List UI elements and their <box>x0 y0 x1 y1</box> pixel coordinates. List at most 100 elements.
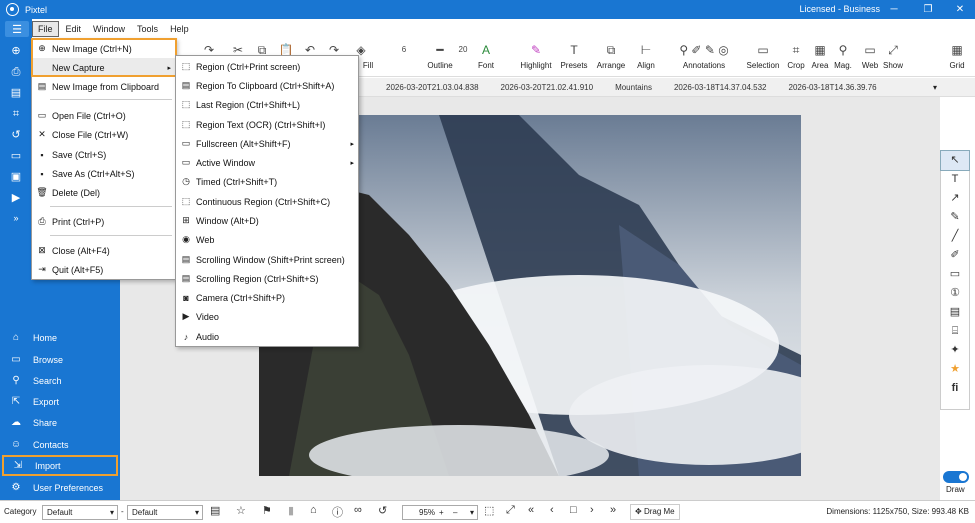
font-button[interactable]: A Font <box>472 39 500 77</box>
previous-image-icon[interactable]: ‹ <box>550 504 554 516</box>
tag-icon[interactable]: ⌂ <box>310 504 317 516</box>
category-select[interactable]: Default ▾ <box>42 505 118 520</box>
sidebar-item-browse[interactable]: ▭ Browse <box>0 349 120 370</box>
info-icon[interactable]: ⓘ <box>332 504 343 520</box>
sparkle-tool-icon[interactable]: ✦ <box>941 341 969 360</box>
notes-icon[interactable]: ▤ <box>210 504 220 517</box>
sidebar-item-import[interactable]: ⇲ Import <box>2 455 118 476</box>
tab-image-1[interactable]: 2026-03-20T21.03.04.838 <box>375 83 490 92</box>
capture-icon[interactable]: ⊕ <box>4 42 28 60</box>
next-image-icon[interactable]: › <box>590 504 594 516</box>
restore-icon[interactable]: ❐ <box>912 0 944 19</box>
highlight-button[interactable]: ✎ Highlight <box>518 39 554 77</box>
tab-image-5[interactable]: 2026-03-18T14.36.39.76 <box>778 83 888 92</box>
favorite-icon[interactable]: ☆ <box>236 504 246 517</box>
link-icon[interactable]: ∞ <box>354 504 362 516</box>
show-button[interactable]: ⤢ Show <box>880 39 906 77</box>
tab-image-4[interactable]: 2026-03-18T14.37.04.532 <box>663 83 778 92</box>
expand-icon[interactable]: » <box>4 209 28 227</box>
menu-item-scrolling-window[interactable]: ▤ Scrolling Window (Shift+Print screen) <box>176 250 358 269</box>
menu-file[interactable]: File <box>32 21 59 37</box>
preset-select[interactable]: Default ▾ <box>127 505 203 520</box>
menu-item-region-to-clipboard[interactable]: ▤ Region To Clipboard (Ctrl+Shift+A) <box>176 76 358 95</box>
stamp-tool-icon[interactable]: ⌸ <box>941 322 969 341</box>
zoom-in-icon[interactable]: + <box>439 506 444 519</box>
menu-item-region-text-ocr[interactable]: ⬚ Region Text (OCR) (Ctrl+Shift+I) <box>176 115 358 134</box>
sidebar-item-contacts[interactable]: ☺ Contacts <box>0 434 120 455</box>
presets-button[interactable]: T Presets <box>558 39 590 77</box>
history-icon[interactable]: ↺ <box>378 504 387 517</box>
window-icon[interactable]: ▭ <box>4 147 28 165</box>
menu-item-camera[interactable]: ◙ Camera (Ctrl+Shift+P) <box>176 288 358 307</box>
area-button[interactable]: ▦ Area <box>808 39 832 77</box>
draw-toggle[interactable] <box>943 471 969 483</box>
menu-item-last-region[interactable]: ⬚ Last Region (Ctrl+Shift+L) <box>176 95 358 114</box>
menu-item-print[interactable]: ⎙ Print (Ctrl+P) <box>32 212 175 231</box>
menu-item-audio[interactable]: ♪ Audio <box>176 327 358 346</box>
align-button[interactable]: ⊢ Align <box>630 39 662 77</box>
menu-item-close-file[interactable]: ✕ Close File (Ctrl+W) <box>32 125 175 144</box>
menu-item-region[interactable]: ⬚ Region (Ctrl+Print screen) <box>176 57 358 76</box>
web-button[interactable]: ▭ Web <box>858 39 882 77</box>
menu-item-new-from-clipboard[interactable]: ▤ New Image from Clipboard <box>32 77 175 96</box>
number-tool-icon[interactable]: ① <box>941 284 969 303</box>
drag-me-button[interactable]: ✥ Drag Me <box>630 504 680 520</box>
fullscreen-icon[interactable]: ⤢ <box>506 504 515 517</box>
menu-item-timed[interactable]: ◷ Timed (Ctrl+Shift+T) <box>176 172 358 191</box>
first-image-icon[interactable]: « <box>528 504 534 516</box>
grid-button[interactable]: ▦ Grid <box>944 39 970 77</box>
flag-icon[interactable]: ⚑ <box>262 504 272 517</box>
fi-tool-icon[interactable]: fi <box>941 379 969 398</box>
menu-tools[interactable]: Tools <box>132 22 163 36</box>
arrow-tool-icon[interactable]: ↗ <box>941 189 969 208</box>
clipboard-icon[interactable]: ⎙ <box>4 63 28 81</box>
sidebar-item-search[interactable]: ⚲ Search <box>0 370 120 391</box>
menu-item-quit[interactable]: ⇥ Quit (Alt+F5) <box>32 260 175 279</box>
menu-edit[interactable]: Edit <box>61 22 87 36</box>
pointer-icon[interactable]: ↖ <box>940 150 970 171</box>
tabs-overflow-icon[interactable]: ▾ <box>933 83 937 92</box>
zoom-control[interactable]: 95% + – ▾ <box>402 505 478 520</box>
line-tool-icon[interactable]: ╱ <box>941 227 969 246</box>
menu-window[interactable]: Window <box>88 22 130 36</box>
sidebar-item-home[interactable]: ⌂ Home <box>0 327 120 348</box>
magnify-button[interactable]: ⚲ Mag. <box>830 39 856 77</box>
tab-mountains[interactable]: Mountains <box>604 83 663 92</box>
close-window-icon[interactable]: ✕ <box>944 0 975 19</box>
region-icon[interactable]: ⌗ <box>4 105 28 123</box>
star-tool-icon[interactable]: ★ <box>941 360 969 379</box>
video-icon[interactable]: ▶ <box>4 189 28 207</box>
menu-item-open-file[interactable]: ▭ Open File (Ctrl+O) <box>32 106 175 125</box>
menu-item-continuous-region[interactable]: ⬚ Continuous Region (Ctrl+Shift+C) <box>176 192 358 211</box>
arrange-button[interactable]: ⧉ Arrange <box>594 39 628 77</box>
hamburger-menu-icon[interactable]: ☰ <box>5 21 29 37</box>
last-image-icon[interactable]: » <box>610 504 616 516</box>
document-icon[interactable]: ▤ <box>4 84 28 102</box>
menu-item-close[interactable]: ⊠ Close (Alt+F4) <box>32 241 175 260</box>
shape-tool-icon[interactable]: ▭ <box>941 265 969 284</box>
menu-item-delete[interactable]: 🗑 Delete (Del) <box>32 183 175 202</box>
bookmark-icon[interactable]: ▮ <box>288 504 294 517</box>
marker-tool-icon[interactable]: ✐ <box>941 246 969 265</box>
menu-help[interactable]: Help <box>165 22 194 36</box>
menu-item-video[interactable]: ▶ Video <box>176 307 358 326</box>
pen-tool-icon[interactable]: ✎ <box>941 208 969 227</box>
fit-icon[interactable]: ⬚ <box>484 504 494 517</box>
menu-item-fullscreen[interactable]: ▭ Fullscreen (Alt+Shift+F) ▸ <box>176 134 358 153</box>
annotations-button[interactable]: ⚲ ✐ ✎ ◎ Annotations <box>674 39 734 77</box>
menu-item-window[interactable]: ⊞ Window (Alt+D) <box>176 211 358 230</box>
sidebar-item-export[interactable]: ⇱ Export <box>0 391 120 412</box>
font-size-select[interactable]: 20 <box>453 39 473 77</box>
menu-item-web[interactable]: ◉ Web <box>176 230 358 249</box>
menu-item-save[interactable]: ▪ Save (Ctrl+S) <box>32 145 175 164</box>
text-tool-icon[interactable]: T <box>941 170 969 189</box>
menu-item-save-as[interactable]: ▪ Save As (Ctrl+Alt+S) <box>32 164 175 183</box>
history-icon[interactable]: ↺ <box>4 126 28 144</box>
panel-icon[interactable]: ▣ <box>4 168 28 186</box>
tab-image-2[interactable]: 2026-03-20T21.02.41.910 <box>490 83 605 92</box>
minimize-icon[interactable]: ─ <box>878 0 910 19</box>
crop-button[interactable]: ⌗ Crop <box>784 39 808 77</box>
blur-tool-icon[interactable]: ▤ <box>941 303 969 322</box>
selection-button[interactable]: ▭ Selection <box>744 39 782 77</box>
sidebar-item-user-preferences[interactable]: ⚙ User Preferences <box>0 477 120 498</box>
